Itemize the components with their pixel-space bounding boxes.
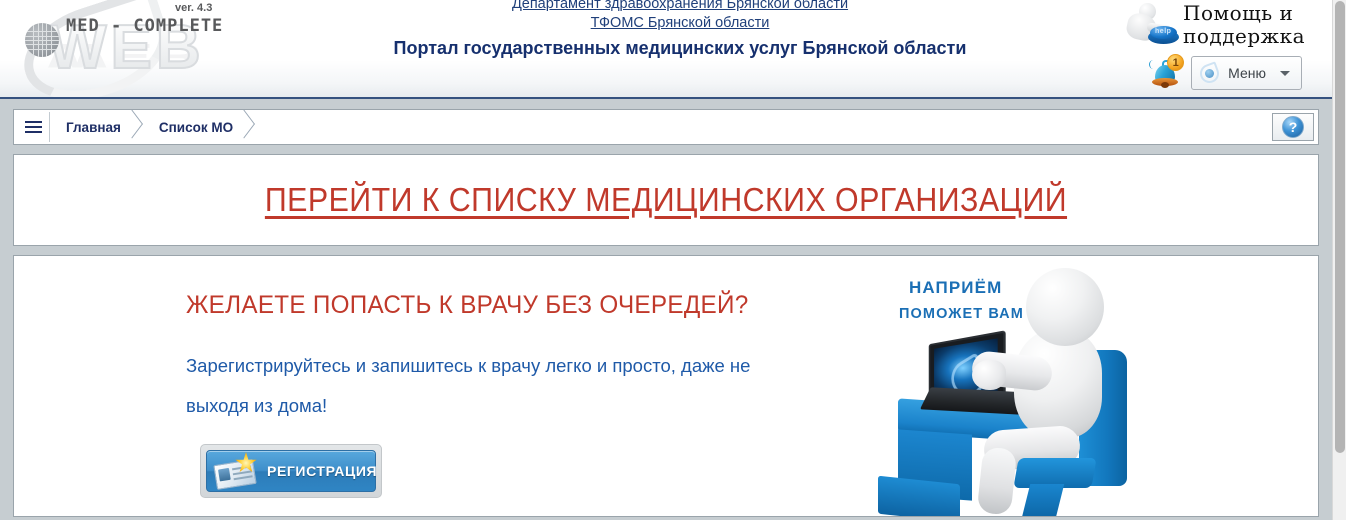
scrollbar-thumb[interactable] bbox=[1335, 1, 1345, 453]
help-and-support[interactable]: help Помощь и поддержка bbox=[1117, 2, 1305, 48]
promo-panel: ЖЕЛАЕТЕ ПОПАСТЬ К ВРАЧУ БЕЗ ОЧЕРЕДЕЙ? За… bbox=[13, 255, 1319, 517]
register-button-label: РЕГИСТРАЦИЯ bbox=[267, 463, 378, 479]
help-and-support-label: Помощь и поддержка bbox=[1183, 1, 1305, 48]
notifications-badge: 1 bbox=[1167, 54, 1185, 71]
site-header: WEB WEB MED - COMPLETE ver. 4.3 Департам… bbox=[0, 0, 1332, 99]
content-area: Главная Список МО ? ПЕРЕЙТИ К СПИСКУ МЕД… bbox=[0, 99, 1332, 520]
illustration-line-1: НАПРИЁМ bbox=[909, 278, 1003, 297]
page-root: WEB WEB MED - COMPLETE ver. 4.3 Департам… bbox=[0, 0, 1332, 520]
logo-version: ver. 4.3 bbox=[175, 2, 213, 14]
go-to-mo-list-link[interactable]: ПЕРЕЙТИ К СПИСКУ МЕДИЦИНСКИХ ОРГАНИЗАЦИЙ bbox=[265, 181, 1067, 219]
portal-title: Портал государственных медицинских услуг… bbox=[393, 38, 967, 58]
organization-titles: Департамент здравоохранения Брянской обл… bbox=[340, 0, 1020, 61]
chair-leg-shape bbox=[1021, 484, 1065, 516]
promo-heading: ЖЕЛАЕТЕ ПОПАСТЬ К ВРАЧУ БЕЗ ОЧЕРЕДЕЙ? bbox=[186, 291, 749, 319]
breadcrumb-item-mo-list[interactable]: Список МО bbox=[143, 112, 255, 142]
org-link-tfoms[interactable]: ТФОМС Брянской области bbox=[340, 14, 1020, 33]
promo-illustration: НАПРИЁМ ПОМОЖЕТ ВАМ bbox=[876, 262, 1176, 516]
help-button-glyph: help bbox=[1155, 28, 1172, 35]
mo-list-panel: ПЕРЕЙТИ К СПИСКУ МЕДИЦИНСКИХ ОРГАНИЗАЦИЙ bbox=[13, 154, 1319, 246]
hamburger-menu-icon[interactable] bbox=[17, 112, 50, 142]
person-hand-shape bbox=[972, 360, 1006, 390]
menu-dropdown-button[interactable]: Меню bbox=[1191, 56, 1302, 90]
vertical-scrollbar[interactable] bbox=[1332, 0, 1346, 520]
illustration-line-2: ПОМОЖЕТ ВАМ bbox=[899, 306, 1024, 322]
header-controls: 1 Меню bbox=[1149, 54, 1302, 90]
notifications-bell-icon[interactable]: 1 bbox=[1149, 54, 1185, 90]
breadcrumb: Главная Список МО ? bbox=[13, 109, 1319, 145]
register-button-inner: РЕГИСТРАЦИЯ bbox=[206, 450, 378, 492]
promo-text-block: ЖЕЛАЕТЕ ПОПАСТЬ К ВРАЧУ БЕЗ ОЧЕРЕДЕЙ? За… bbox=[186, 291, 846, 426]
person-shin-shape bbox=[976, 446, 1018, 516]
logo-product-name: MED - COMPLETE bbox=[66, 16, 224, 36]
id-card-icon bbox=[213, 452, 259, 490]
question-mark-icon: ? bbox=[1282, 116, 1304, 138]
person-head-shape bbox=[1026, 268, 1104, 346]
globe-icon bbox=[25, 23, 59, 57]
help-person-icon: help bbox=[1117, 2, 1181, 48]
menu-globe-icon bbox=[1197, 60, 1222, 86]
chevron-down-icon bbox=[1280, 70, 1290, 76]
menu-label: Меню bbox=[1228, 65, 1266, 81]
register-button[interactable]: РЕГИСТРАЦИЯ bbox=[200, 444, 382, 498]
site-logo[interactable]: WEB WEB MED - COMPLETE ver. 4.3 bbox=[0, 0, 240, 97]
org-link-department[interactable]: Департамент здравоохранения Брянской обл… bbox=[340, 0, 1020, 14]
breadcrumb-item-home[interactable]: Главная bbox=[50, 112, 143, 142]
promo-subtext: Зарегистрируйтесь и запишитесь к врачу л… bbox=[186, 355, 751, 416]
help-button[interactable]: ? bbox=[1272, 113, 1314, 141]
